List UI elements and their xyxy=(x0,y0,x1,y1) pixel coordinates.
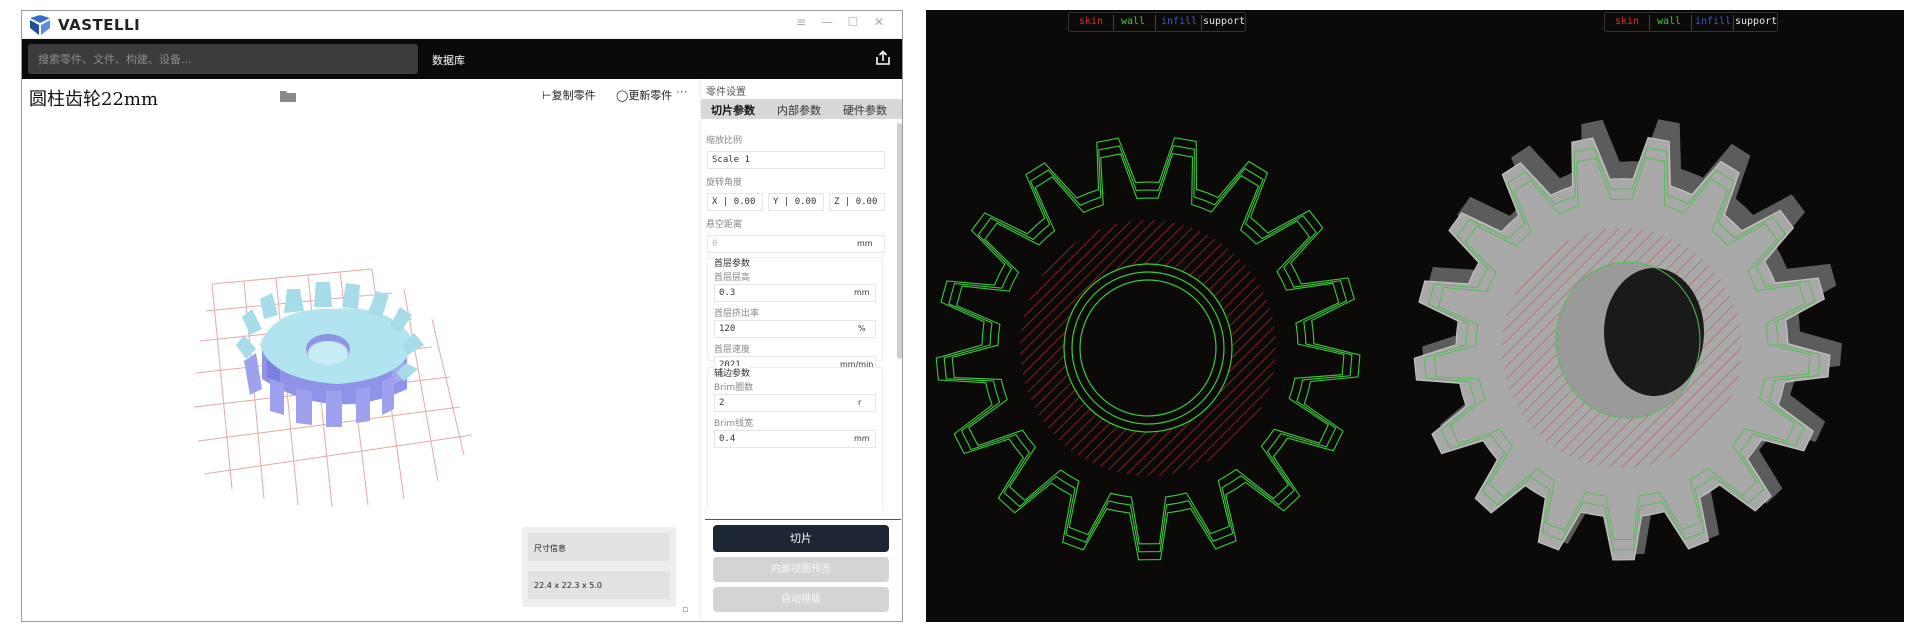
update-part-button[interactable]: ◯更新零件 xyxy=(616,87,672,103)
rotate-y-axis: Y xyxy=(773,197,779,207)
copy-part-label: 复制零件 xyxy=(551,89,596,102)
brim-width-unit: mm xyxy=(854,434,870,443)
first-layer-height-unit: mm xyxy=(854,288,870,297)
search-input[interactable] xyxy=(28,44,418,74)
legend-support: support xyxy=(1203,16,1246,27)
rotate-z-axis: Z xyxy=(834,197,840,207)
scale-input[interactable]: Scale 1 xyxy=(707,151,885,169)
gear-body xyxy=(236,282,424,427)
brim-count-input[interactable]: 2 xyxy=(714,394,876,412)
first-layer-height-label: 首层层高 xyxy=(714,273,751,283)
brim-count-unit: r xyxy=(858,398,862,407)
size-info-value: 22.4 x 22.3 x 5.0 xyxy=(528,571,670,599)
legend-2d: skin wall infill support xyxy=(1068,12,1246,32)
legend-separator xyxy=(1155,15,1156,30)
title-bar: VASTELLI ≡ — ☐ ✕ xyxy=(22,11,902,39)
first-layer-extrude-label: 首层挤出率 xyxy=(714,309,760,319)
first-layer-extrude-unit: % xyxy=(858,324,866,333)
tab-hardware-params[interactable]: 硬件参数 xyxy=(843,102,887,118)
top-bar: 数据库 xyxy=(22,39,902,79)
panel-divider xyxy=(705,519,901,520)
legend-separator xyxy=(1113,15,1114,30)
legend-separator xyxy=(1649,15,1650,30)
share-icon[interactable] xyxy=(874,49,892,67)
first-layer-title: 首层参数 xyxy=(714,256,751,269)
first-layer-speed-label: 首层速度 xyxy=(714,345,751,355)
rotate-x-axis: X xyxy=(712,197,718,207)
scale-label: 缩放比例 xyxy=(706,136,743,146)
internal-preview-button[interactable]: 内部视图预览 xyxy=(713,557,889,582)
rotate-z-value: 0.00 xyxy=(855,197,878,207)
slice-preview-area: skin wall infill support skin wall infil… xyxy=(926,10,1904,622)
auto-arrange-button[interactable]: 自动排版 xyxy=(713,587,889,612)
rotate-y-input[interactable]: Y | 0.00 xyxy=(768,193,824,211)
panel-scrollbar[interactable] xyxy=(897,123,902,359)
first-layer-extrude-input[interactable]: 120 xyxy=(714,320,876,338)
brim-width-label: Brim线宽 xyxy=(714,419,754,429)
rotate-x-value: 0.00 xyxy=(733,197,756,207)
brim-title: 辅边参数 xyxy=(714,366,751,379)
rotate-label: 旋转角度 xyxy=(706,178,743,188)
legend-wall: wall xyxy=(1657,16,1682,27)
more-icon[interactable]: ··· xyxy=(676,85,687,99)
tab-slice-params[interactable]: 切片参数 xyxy=(711,102,755,118)
legend-wall: wall xyxy=(1121,16,1146,27)
copy-part-button[interactable]: ⊢复制零件 xyxy=(542,87,596,103)
vastelli-logo-icon xyxy=(30,15,50,35)
hole-opening xyxy=(1604,268,1704,396)
size-info-card: 尺寸信息 22.4 x 22.3 x 5.0 xyxy=(522,527,676,607)
slice-button[interactable]: 切片 xyxy=(713,525,889,552)
legend-separator xyxy=(1691,15,1692,30)
tab-internal-params[interactable]: 内部参数 xyxy=(777,102,821,118)
legend-separator xyxy=(1201,15,1202,30)
part-title: 圆柱齿轮22mm xyxy=(29,89,159,110)
part-settings-panel: 零件设置 切片参数 内部参数 硬件参数 缩放比例 Scale 1 旋转角度 X … xyxy=(700,79,902,621)
legend-separator xyxy=(1733,15,1734,30)
copy-icon: ⊢ xyxy=(542,89,552,102)
refresh-icon: ◯ xyxy=(616,89,629,102)
legend-infill: infill xyxy=(1695,16,1732,27)
first-layer-height-input[interactable]: 0.3 xyxy=(714,284,876,302)
update-part-label: 更新零件 xyxy=(628,89,673,102)
rotate-x-input[interactable]: X | 0.00 xyxy=(707,193,763,211)
first-layer-group: 首层参数 首层层高 0.3 mm 首层挤出率 120 % 首层速度 2021 m… xyxy=(707,256,883,374)
legend-infill: infill xyxy=(1161,16,1198,27)
size-info-label: 尺寸信息 xyxy=(528,533,670,561)
brim-count-label: Brim圈数 xyxy=(714,383,754,393)
brim-width-input[interactable]: 0.4 xyxy=(714,430,876,448)
panel-title: 零件设置 xyxy=(706,87,746,98)
minimize-icon[interactable]: — xyxy=(816,15,838,29)
brim-group: 辅边参数 Brim圈数 2 r Brim线宽 0.4 mm xyxy=(707,366,883,511)
menu-icon[interactable]: ≡ xyxy=(790,15,812,29)
hover-label: 悬空距离 xyxy=(706,220,743,230)
slice-3d-view[interactable] xyxy=(1406,110,1846,620)
folder-icon[interactable] xyxy=(280,89,296,102)
rotate-z-input[interactable]: Z | 0.00 xyxy=(829,193,885,211)
legend-3d: skin wall infill support xyxy=(1604,12,1778,32)
app-title: VASTELLI xyxy=(58,16,141,34)
corner-resize-icon[interactable]: ▫ xyxy=(682,605,688,615)
gear-model-render[interactable] xyxy=(192,249,492,509)
app-window: VASTELLI ≡ — ☐ ✕ 数据库 圆柱齿轮22mm ⊢复制零件 ◯更新零… xyxy=(21,10,903,622)
legend-support: support xyxy=(1735,16,1778,27)
legend-skin: skin xyxy=(1615,16,1640,27)
settings-tabs: 切片参数 内部参数 硬件参数 xyxy=(701,99,902,119)
hover-unit: mm xyxy=(857,239,873,248)
legend-skin: skin xyxy=(1079,16,1104,27)
close-icon[interactable]: ✕ xyxy=(868,15,890,29)
slice-2d-view[interactable] xyxy=(926,120,1396,620)
3d-viewport[interactable]: 圆柱齿轮22mm ⊢复制零件 ◯更新零件 ··· 尺寸信息 22.4 x 22.… xyxy=(22,79,700,621)
rotate-y-value: 0.00 xyxy=(794,197,817,207)
nav-library-link[interactable]: 数据库 xyxy=(432,52,465,68)
inner-hole xyxy=(1064,264,1232,432)
maximize-icon[interactable]: ☐ xyxy=(842,15,864,29)
